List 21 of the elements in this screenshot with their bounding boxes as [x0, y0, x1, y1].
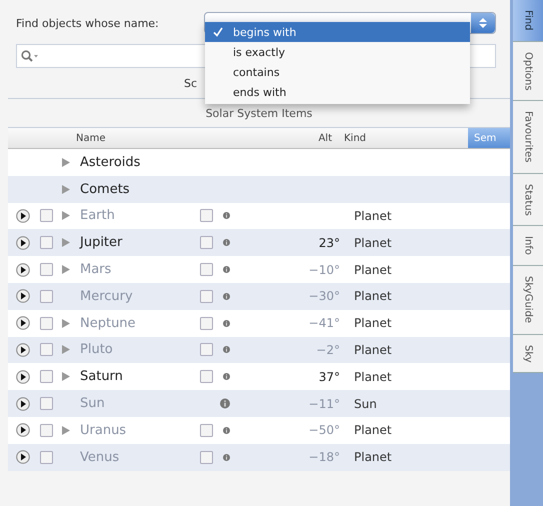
object-kind: Planet: [354, 262, 393, 277]
altitude: 23°: [318, 236, 340, 250]
altitude: 37°: [318, 370, 340, 384]
object-kind: Planet: [354, 208, 393, 223]
object-kind: Planet: [354, 370, 393, 384]
object-kind: Planet: [354, 342, 393, 357]
altitude: −41°: [308, 316, 340, 330]
find-label: Find objects whose name:: [16, 16, 159, 30]
altitude: −30°: [308, 289, 340, 304]
object-kind: Planet: [354, 316, 393, 330]
scope-label: Sc: [184, 76, 198, 90]
altitude: −11°: [308, 396, 340, 411]
object-kind: Planet: [354, 289, 393, 304]
object-kind: Planet: [354, 450, 393, 464]
object-kind: Sun: [354, 396, 378, 411]
altitude: −18°: [308, 450, 340, 464]
altitude: −2°: [316, 342, 340, 357]
object-kind: Planet: [354, 423, 393, 438]
object-kind: Planet: [354, 236, 393, 250]
altitude: −50°: [308, 423, 340, 438]
altitude: −10°: [308, 262, 340, 277]
